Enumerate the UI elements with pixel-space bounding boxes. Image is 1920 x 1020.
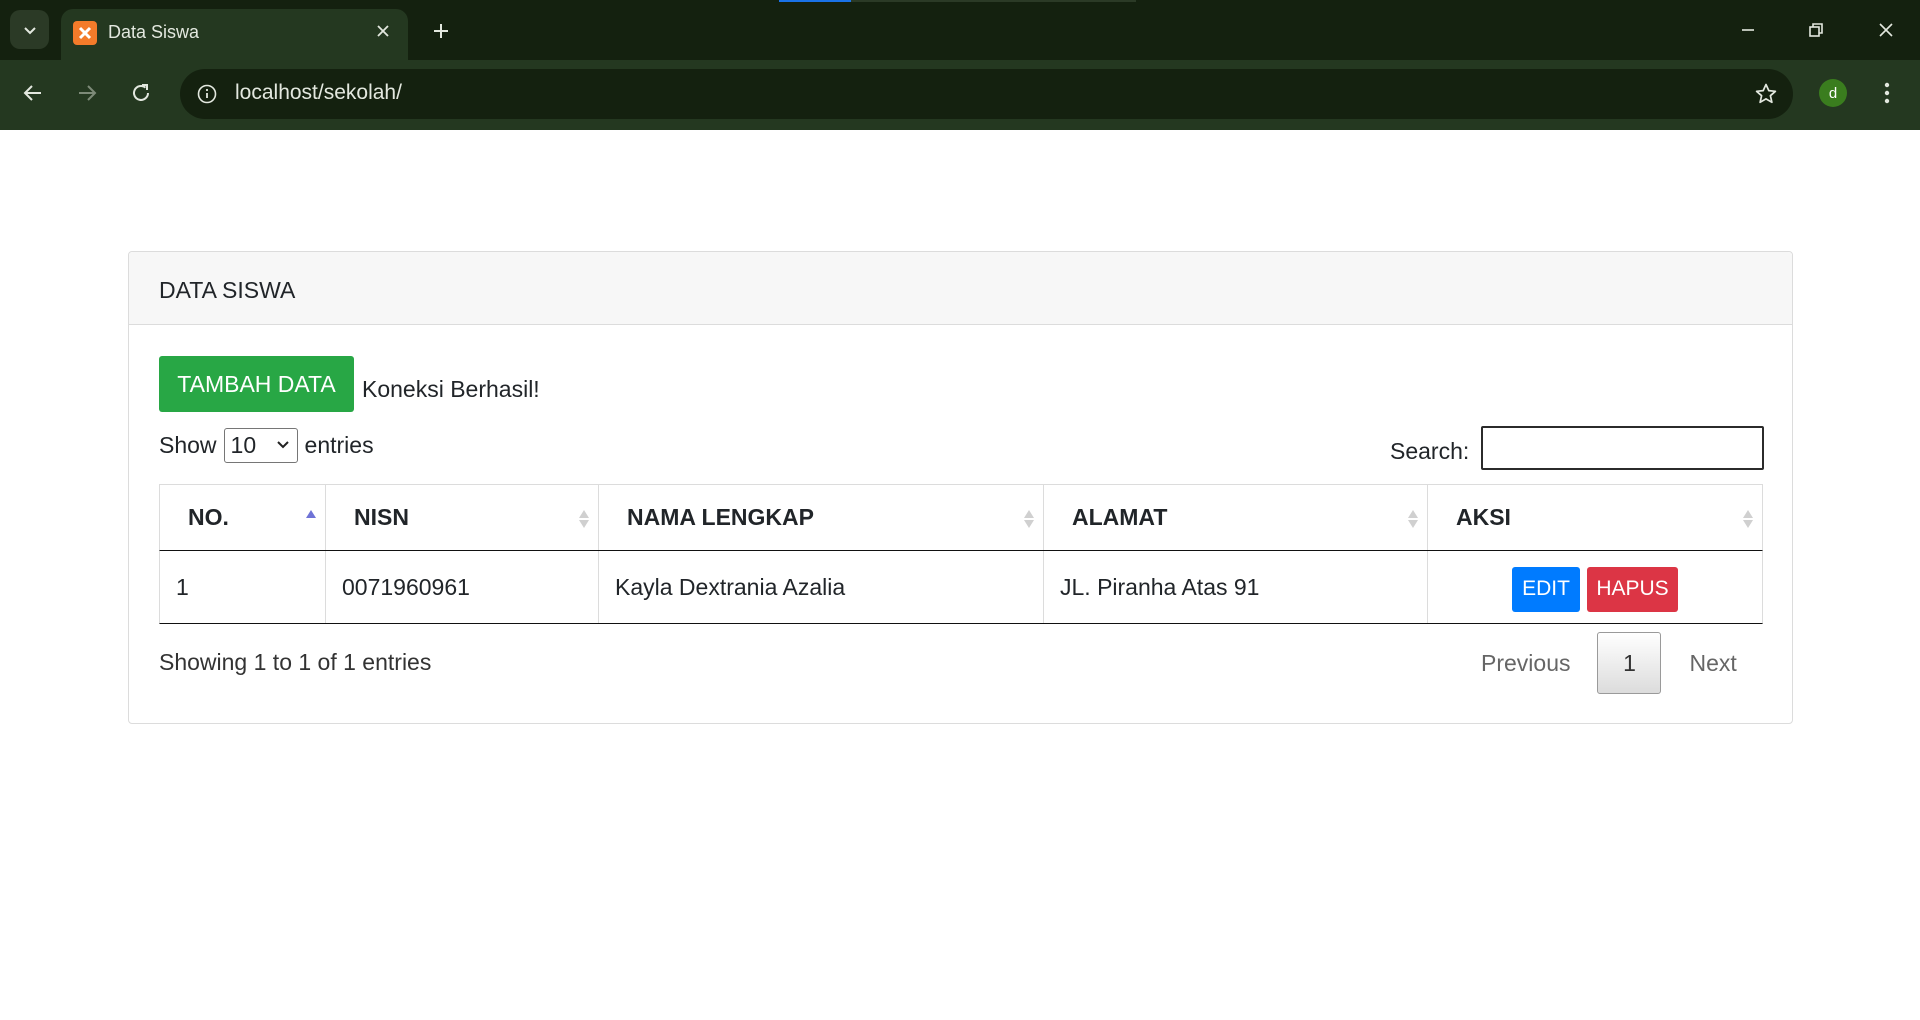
- sort-ascending-icon: [306, 510, 316, 518]
- tab-loading-indicator: [779, 0, 851, 2]
- data-siswa-card: DATA SISWA TAMBAH DATA Koneksi Berhasil!…: [128, 251, 1793, 724]
- cell-nisn: 0071960961: [326, 551, 599, 623]
- close-window-button[interactable]: [1864, 10, 1908, 50]
- page-length-select[interactable]: 10: [223, 428, 298, 463]
- chevron-down-icon: [23, 26, 36, 34]
- table-header-row: NO. NISN NAMA LENGKAP ALAMAT AKSI: [159, 484, 1763, 551]
- plus-icon: [434, 24, 448, 38]
- browser-tab-active[interactable]: Data Siswa: [61, 9, 408, 60]
- pagination: Previous 1 Next: [1481, 632, 1737, 694]
- column-header-nisn[interactable]: NISN: [326, 485, 599, 550]
- column-header-label: ALAMAT: [1072, 504, 1168, 530]
- browser-toolbar: localhost/sekolah/ d: [0, 60, 1920, 130]
- sort-both-icon: [1024, 510, 1034, 528]
- cell-aksi: EDIT HAPUS: [1428, 551, 1762, 623]
- tab-title: Data Siswa: [108, 22, 200, 42]
- url-text: localhost/sekolah/: [235, 81, 402, 104]
- restore-button[interactable]: [1794, 10, 1838, 50]
- minimize-button[interactable]: [1726, 10, 1770, 50]
- arrow-right-icon: [79, 85, 97, 101]
- column-header-label: NISN: [354, 504, 409, 530]
- back-button[interactable]: [12, 72, 54, 114]
- reload-icon: [133, 84, 149, 101]
- sort-both-icon: [1743, 510, 1753, 528]
- tab-search-button[interactable]: [10, 10, 49, 49]
- browser-tab-strip: Data Siswa: [0, 0, 1920, 60]
- browser-menu-button[interactable]: [1871, 75, 1903, 111]
- column-header-label: AKSI: [1456, 504, 1511, 530]
- profile-avatar[interactable]: d: [1819, 79, 1847, 107]
- tab-strip-divider: [851, 0, 1136, 2]
- column-header-alamat[interactable]: ALAMAT: [1044, 485, 1428, 550]
- pagination-previous-button[interactable]: Previous: [1481, 638, 1597, 689]
- show-label: Show: [159, 432, 217, 458]
- sort-both-icon: [579, 510, 589, 528]
- add-data-button[interactable]: TAMBAH DATA: [159, 356, 354, 412]
- table-row: 1 0071960961 Kayla Dextrania Azalia JL. …: [159, 551, 1763, 624]
- more-vertical-icon: [1884, 82, 1890, 104]
- forward-button[interactable]: [66, 72, 108, 114]
- site-info-icon[interactable]: [193, 80, 221, 108]
- search-input[interactable]: [1481, 426, 1765, 470]
- connection-status-text: Koneksi Berhasil!: [362, 376, 540, 402]
- page-length-control: Show 10 entries: [159, 428, 374, 463]
- column-header-label: NAMA LENGKAP: [627, 504, 814, 530]
- delete-button[interactable]: HAPUS: [1587, 566, 1678, 612]
- cell-no: 1: [160, 551, 326, 623]
- cell-nama-lengkap: Kayla Dextrania Azalia: [599, 551, 1044, 623]
- students-table: NO. NISN NAMA LENGKAP ALAMAT AKSI 1 0071…: [159, 484, 1763, 624]
- tab-close-icon[interactable]: [370, 18, 396, 44]
- arrow-left-icon: [23, 85, 41, 101]
- column-header-aksi[interactable]: AKSI: [1428, 485, 1762, 550]
- card-title: DATA SISWA: [129, 252, 1792, 325]
- close-icon: [1879, 23, 1893, 37]
- reload-button[interactable]: [120, 72, 162, 114]
- entries-label: entries: [304, 432, 374, 458]
- pagination-page-1-button[interactable]: 1: [1597, 632, 1662, 694]
- new-tab-button[interactable]: [425, 15, 457, 47]
- edit-button[interactable]: EDIT: [1512, 566, 1580, 612]
- column-header-no[interactable]: NO.: [160, 485, 326, 550]
- chevron-down-icon: [276, 441, 289, 449]
- table-search: Search:: [1390, 426, 1765, 470]
- search-label: Search:: [1390, 437, 1470, 464]
- bookmark-star-icon[interactable]: [1751, 79, 1781, 109]
- sort-both-icon: [1408, 510, 1418, 528]
- pagination-next-button[interactable]: Next: [1661, 638, 1736, 689]
- page-length-value: 10: [230, 432, 257, 458]
- column-header-nama-lengkap[interactable]: NAMA LENGKAP: [599, 485, 1044, 550]
- column-header-label: NO.: [188, 504, 229, 530]
- xampp-favicon-icon: [73, 21, 97, 45]
- address-bar[interactable]: localhost/sekolah/: [180, 69, 1793, 119]
- restore-icon: [1809, 23, 1823, 37]
- cell-alamat: JL. Piranha Atas 91: [1044, 551, 1428, 623]
- minimize-icon: [1742, 29, 1754, 31]
- table-info-text: Showing 1 to 1 of 1 entries: [159, 649, 432, 675]
